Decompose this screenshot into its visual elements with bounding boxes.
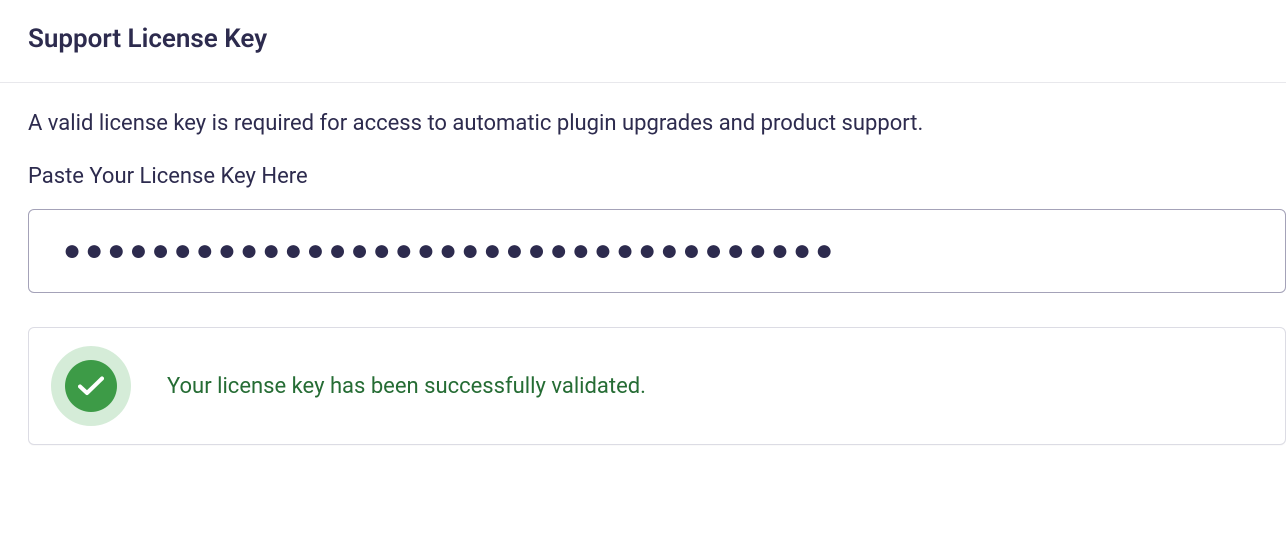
content-area: A valid license key is required for acce… [0, 83, 1286, 473]
section-title: Support License Key [28, 24, 1258, 54]
license-input-wrapper [28, 209, 1286, 293]
success-icon-outer [51, 346, 131, 426]
license-description: A valid license key is required for acce… [28, 111, 1286, 136]
license-field-label: Paste Your License Key Here [28, 164, 1286, 189]
section-header: Support License Key [0, 0, 1286, 83]
validation-status-message: Your license key has been successfully v… [167, 374, 646, 399]
validation-status-box: Your license key has been successfully v… [28, 327, 1286, 445]
license-key-input[interactable] [28, 209, 1286, 293]
success-icon [65, 360, 117, 412]
